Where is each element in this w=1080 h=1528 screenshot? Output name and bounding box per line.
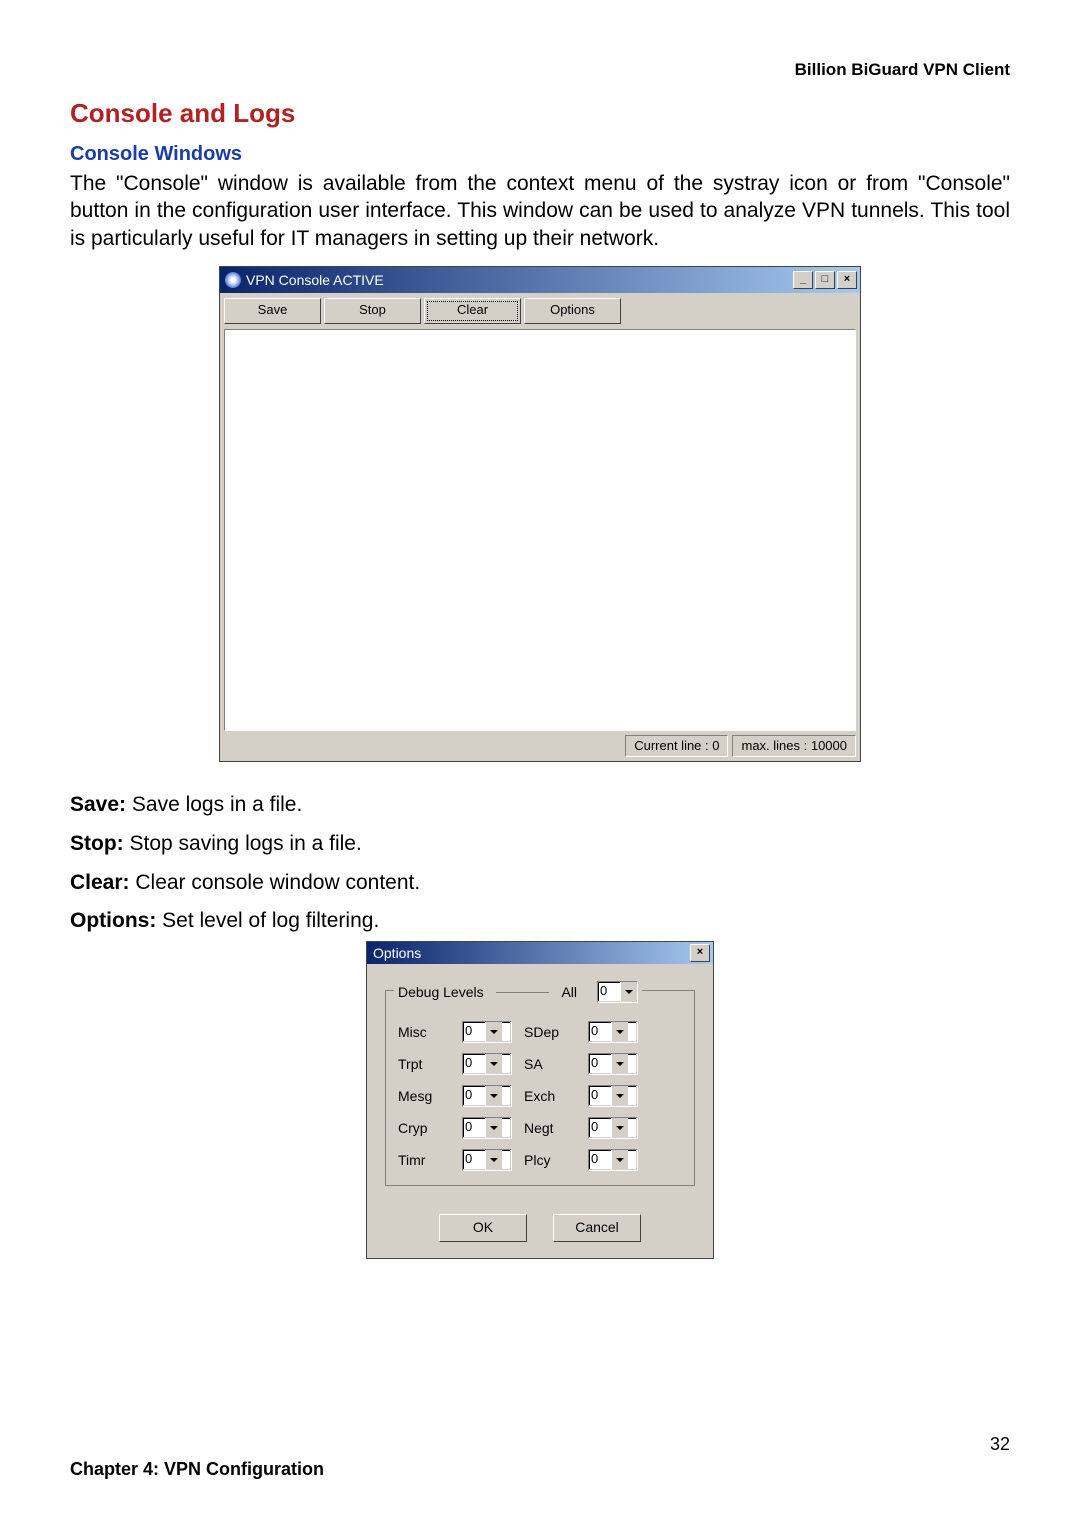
save-button[interactable]: Save: [224, 298, 321, 324]
options-titlebar: Options ×: [367, 942, 713, 964]
def-save-label: Save:: [70, 793, 126, 816]
level-label-trpt: Trpt: [398, 1056, 450, 1072]
level-label-misc: Misc: [398, 1024, 450, 1040]
chevron-down-icon: [485, 1054, 502, 1074]
app-icon: [225, 272, 241, 288]
definitions-list: Save: Save logs in a file. Stop: Stop sa…: [70, 786, 1010, 941]
def-clear-label: Clear:: [70, 871, 130, 894]
console-log-area: [224, 329, 856, 731]
chevron-down-icon: [611, 1054, 628, 1074]
clear-button[interactable]: Clear: [424, 298, 521, 324]
page-number: 32: [70, 1434, 1010, 1455]
console-titlebar: VPN Console ACTIVE _ □ ×: [220, 267, 860, 293]
all-dropdown[interactable]: 0: [597, 981, 638, 1003]
chevron-down-icon: [485, 1118, 502, 1138]
maximize-button[interactable]: □: [815, 271, 835, 289]
level-dropdown-sa[interactable]: 0: [588, 1053, 638, 1075]
level-dropdown-plcy[interactable]: 0: [588, 1149, 638, 1171]
chapter-label: Chapter 4: VPN Configuration: [70, 1459, 1010, 1480]
options-dialog: Options × Debug Levels All 0 Misc0SDep0T…: [366, 941, 714, 1259]
level-dropdown-sdep[interactable]: 0: [588, 1021, 638, 1043]
level-label-negt: Negt: [524, 1120, 576, 1136]
minimize-button[interactable]: _: [793, 271, 813, 289]
level-label-sa: SA: [524, 1056, 576, 1072]
chevron-down-icon: [485, 1150, 502, 1170]
console-title: VPN Console ACTIVE: [246, 272, 793, 288]
level-dropdown-misc[interactable]: 0: [462, 1021, 512, 1043]
options-button[interactable]: Options: [524, 298, 621, 324]
level-label-cryp: Cryp: [398, 1120, 450, 1136]
all-label: All: [561, 984, 577, 1000]
level-dropdown-mesg[interactable]: 0: [462, 1085, 512, 1107]
chevron-down-icon: [485, 1086, 502, 1106]
level-label-exch: Exch: [524, 1088, 576, 1104]
cancel-button[interactable]: Cancel: [553, 1214, 641, 1242]
chevron-down-icon: [485, 1022, 502, 1042]
level-dropdown-negt[interactable]: 0: [588, 1117, 638, 1139]
level-dropdown-timr[interactable]: 0: [462, 1149, 512, 1171]
debug-levels-group: Debug Levels All 0 Misc0SDep0Trpt0SA0Mes…: [385, 990, 695, 1186]
def-save-text: Save logs in a file.: [126, 793, 302, 816]
def-options-label: Options:: [70, 909, 156, 932]
subsection-title: Console Windows: [70, 143, 1010, 166]
options-close-button[interactable]: ×: [690, 944, 710, 962]
def-stop-label: Stop:: [70, 832, 124, 855]
level-label-timr: Timr: [398, 1152, 450, 1168]
level-label-plcy: Plcy: [524, 1152, 576, 1168]
chevron-down-icon: [620, 982, 637, 1002]
level-label-mesg: Mesg: [398, 1088, 450, 1104]
def-stop-text: Stop saving logs in a file.: [124, 832, 362, 855]
product-header: Billion BiGuard VPN Client: [70, 60, 1010, 80]
chevron-down-icon: [611, 1118, 628, 1138]
close-button[interactable]: ×: [837, 271, 857, 289]
console-toolbar: Save Stop Clear Options: [220, 293, 860, 329]
section-title: Console and Logs: [70, 98, 1010, 129]
ok-button[interactable]: OK: [439, 1214, 527, 1242]
group-label: Debug Levels: [398, 984, 484, 1000]
level-label-sdep: SDep: [524, 1024, 576, 1040]
chevron-down-icon: [611, 1150, 628, 1170]
intro-paragraph: The "Console" window is available from t…: [70, 170, 1010, 252]
status-current-line: Current line : 0: [625, 735, 728, 757]
options-title: Options: [373, 945, 690, 961]
console-statusbar: Current line : 0 max. lines : 10000: [224, 735, 856, 757]
level-dropdown-exch[interactable]: 0: [588, 1085, 638, 1107]
chevron-down-icon: [611, 1086, 628, 1106]
chevron-down-icon: [611, 1022, 628, 1042]
def-options-text: Set level of log filtering.: [156, 909, 379, 932]
stop-button[interactable]: Stop: [324, 298, 421, 324]
vpn-console-window: VPN Console ACTIVE _ □ × Save Stop Clear…: [219, 266, 861, 762]
level-dropdown-trpt[interactable]: 0: [462, 1053, 512, 1075]
def-clear-text: Clear console window content.: [130, 871, 421, 894]
level-dropdown-cryp[interactable]: 0: [462, 1117, 512, 1139]
status-max-lines: max. lines : 10000: [732, 735, 856, 757]
